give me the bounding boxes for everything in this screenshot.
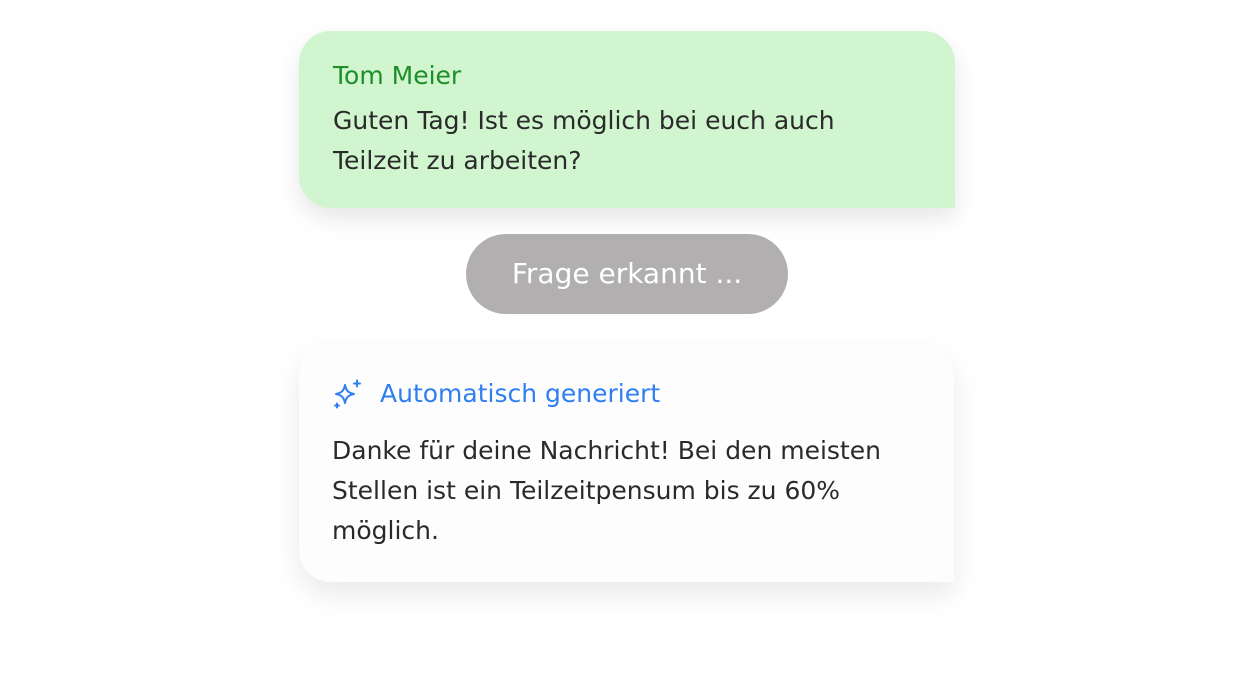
sparkle-icon [332, 378, 364, 410]
user-message-bubble: Tom Meier Guten Tag! Ist es möglich bei … [299, 31, 955, 208]
auto-reply-header: Automatisch generiert [332, 377, 924, 411]
status-pill: Frage erkannt ... [466, 234, 788, 314]
auto-reply-text: Danke für deine Nachricht! Bei den meist… [332, 436, 881, 545]
auto-reply-bubble: Automatisch generiert Danke für deine Na… [299, 344, 954, 582]
user-message-text: Guten Tag! Ist es möglich bei euch auch … [333, 106, 835, 175]
sender-name: Tom Meier [333, 61, 462, 90]
auto-generated-label: Automatisch generiert [380, 379, 661, 408]
